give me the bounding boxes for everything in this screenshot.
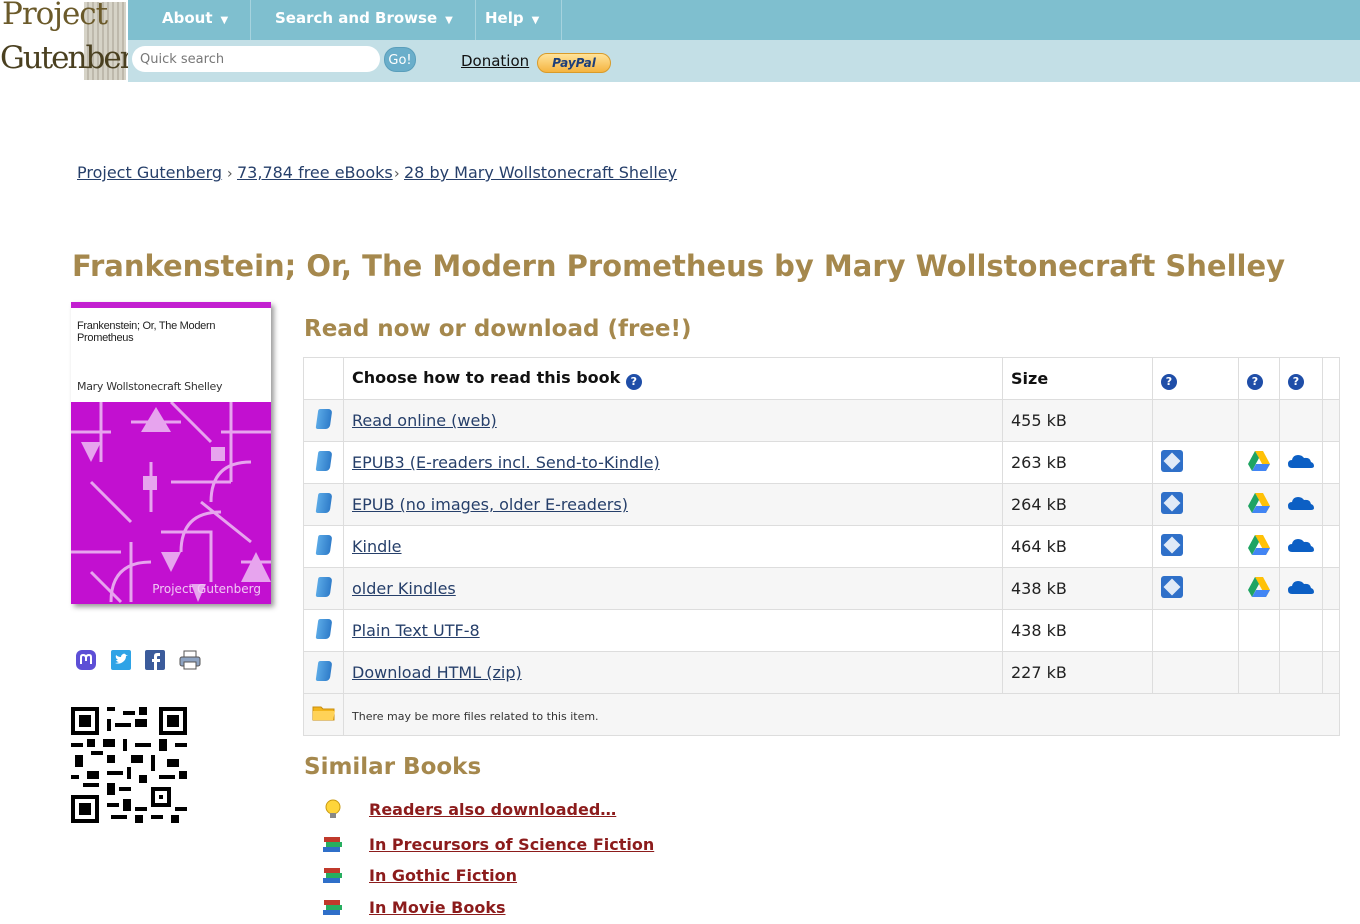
format-size: 464 kB bbox=[1002, 525, 1153, 568]
similar-movie-books[interactable]: In Movie Books bbox=[369, 898, 506, 917]
choose-header: Choose how to read this book ? bbox=[343, 357, 1003, 400]
cover-title: Frankenstein; Or, The Modern Prometheus bbox=[77, 320, 216, 344]
printer-icon[interactable] bbox=[178, 649, 201, 671]
format-link[interactable]: Download HTML (zip) bbox=[352, 663, 522, 682]
format-row: EPUB (no images, older E-readers) 264 kB bbox=[303, 483, 1340, 526]
book-icon bbox=[315, 450, 332, 471]
google-drive-icon[interactable] bbox=[1247, 576, 1271, 602]
format-link[interactable]: Read online (web) bbox=[352, 411, 497, 430]
format-row: Read online (web) 455 kB bbox=[303, 399, 1340, 442]
google-drive-icon[interactable] bbox=[1247, 492, 1271, 518]
format-link[interactable]: older Kindles bbox=[352, 579, 456, 598]
format-link[interactable]: Kindle bbox=[352, 537, 402, 556]
quick-search-input[interactable] bbox=[132, 46, 380, 72]
similar-precursors-of-science-fiction[interactable]: In Precursors of Science Fiction bbox=[369, 835, 654, 854]
book-icon bbox=[315, 660, 332, 681]
help-icon[interactable]: ? bbox=[625, 373, 642, 390]
table-header-row: Choose how to read this book ? Size ? ? … bbox=[303, 357, 1340, 400]
dropbox-icon[interactable] bbox=[1161, 533, 1183, 556]
lightbulb-icon bbox=[322, 799, 344, 819]
cover-author: Mary Wollstonecraft Shelley bbox=[77, 380, 223, 393]
book-icon bbox=[315, 492, 332, 513]
qr-code bbox=[71, 707, 187, 823]
format-link[interactable]: EPUB3 (E-readers incl. Send-to-Kindle) bbox=[352, 453, 660, 472]
logo-text-line2: Gutenberg bbox=[0, 40, 128, 76]
book-cover: Frankenstein; Or, The Modern Prometheus … bbox=[71, 302, 271, 604]
size-header: Size bbox=[1002, 357, 1153, 400]
breadcrumb-separator: › bbox=[227, 166, 233, 182]
similar-books-heading: Similar Books bbox=[304, 754, 482, 780]
books-icon bbox=[322, 898, 344, 918]
caret-down-icon: ▼ bbox=[531, 15, 540, 26]
cover-art: Project Gutenberg bbox=[71, 402, 271, 604]
nav-search-and-browse[interactable]: Search and Browse ▼ bbox=[253, 0, 476, 40]
google-drive-help-icon[interactable]: ? bbox=[1247, 373, 1263, 390]
breadcrumb-separator: › bbox=[394, 166, 400, 182]
folder-icon bbox=[312, 706, 335, 720]
nav-help[interactable]: Help ▼ bbox=[463, 0, 563, 40]
twitter-icon[interactable] bbox=[110, 649, 132, 671]
format-row: Plain Text UTF-8 438 kB bbox=[303, 609, 1340, 652]
breadcrumb-home[interactable]: Project Gutenberg bbox=[77, 163, 222, 182]
download-heading: Read now or download (free!) bbox=[304, 316, 692, 342]
book-icon bbox=[315, 618, 332, 639]
similar-gothic-fiction[interactable]: In Gothic Fiction bbox=[369, 866, 517, 885]
onedrive-icon[interactable] bbox=[1288, 580, 1314, 599]
facebook-icon[interactable] bbox=[144, 649, 166, 671]
download-table: Choose how to read this book ? Size ? ? … bbox=[303, 357, 1340, 736]
book-icon bbox=[315, 408, 332, 429]
caret-down-icon: ▼ bbox=[220, 15, 229, 26]
dropbox-icon[interactable] bbox=[1161, 575, 1183, 598]
format-size: 438 kB bbox=[1002, 609, 1153, 652]
format-size: 438 kB bbox=[1002, 567, 1153, 610]
project-gutenberg-logo[interactable]: Project Gutenberg bbox=[0, 0, 128, 82]
dropbox-icon[interactable] bbox=[1161, 491, 1183, 514]
onedrive-help-icon[interactable]: ? bbox=[1288, 373, 1304, 390]
page-title: Frankenstein; Or, The Modern Prometheus … bbox=[72, 249, 1286, 283]
nav-about[interactable]: About ▼ bbox=[140, 0, 252, 40]
onedrive-icon[interactable] bbox=[1288, 454, 1314, 473]
format-size: 263 kB bbox=[1002, 441, 1153, 484]
more-files-note: There may be more files related to this … bbox=[352, 710, 599, 723]
cover-pattern-icon bbox=[71, 402, 271, 604]
google-drive-icon[interactable] bbox=[1247, 450, 1271, 476]
onedrive-icon[interactable] bbox=[1288, 538, 1314, 557]
format-row: Download HTML (zip) 227 kB bbox=[303, 651, 1340, 694]
go-button[interactable]: Go! bbox=[384, 47, 416, 72]
paypal-button[interactable]: PayPal bbox=[537, 53, 611, 73]
google-drive-icon[interactable] bbox=[1247, 534, 1271, 560]
book-icon bbox=[315, 534, 332, 555]
format-row: Kindle 464 kB bbox=[303, 525, 1340, 568]
dropbox-help-icon[interactable]: ? bbox=[1161, 373, 1177, 390]
format-size: 264 kB bbox=[1002, 483, 1153, 526]
site-header: Project Gutenberg About▼ Search and Brow… bbox=[0, 0, 1360, 82]
book-icon bbox=[315, 576, 332, 597]
format-size: 227 kB bbox=[1002, 651, 1153, 694]
format-link[interactable]: EPUB (no images, older E-readers) bbox=[352, 495, 628, 514]
more-files-row: There may be more files related to this … bbox=[303, 693, 1340, 736]
format-row: older Kindles 438 kB bbox=[303, 567, 1340, 610]
donation-link[interactable]: Donation bbox=[461, 52, 529, 70]
logo-text-line1: Project bbox=[2, 0, 108, 32]
caret-down-icon: ▼ bbox=[445, 15, 453, 26]
format-row: EPUB3 (E-readers incl. Send-to-Kindle) 26… bbox=[303, 441, 1340, 484]
mastodon-icon[interactable] bbox=[75, 649, 97, 671]
dropbox-icon[interactable] bbox=[1161, 449, 1183, 472]
breadcrumb-author[interactable]: 28 by Mary Wollstonecraft Shelley bbox=[404, 163, 677, 182]
books-icon bbox=[322, 866, 344, 886]
format-size: 455 kB bbox=[1002, 399, 1153, 442]
breadcrumb-ebooks[interactable]: 73,784 free eBooks bbox=[237, 163, 393, 182]
cover-publisher: Project Gutenberg bbox=[152, 582, 261, 596]
onedrive-icon[interactable] bbox=[1288, 496, 1314, 515]
books-icon bbox=[322, 835, 344, 855]
format-link[interactable]: Plain Text UTF-8 bbox=[352, 621, 480, 640]
similar-readers-also-downloaded[interactable]: Readers also downloaded… bbox=[369, 800, 616, 819]
